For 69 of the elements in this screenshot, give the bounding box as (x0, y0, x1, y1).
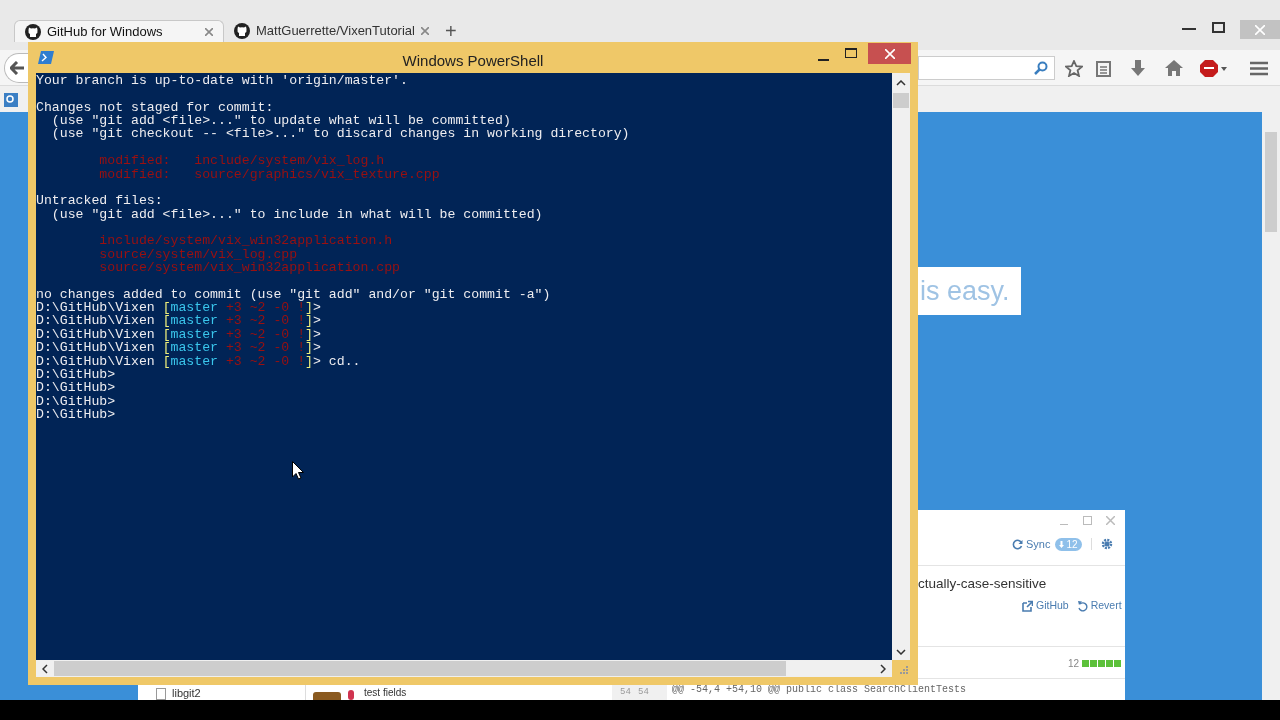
scroll-thumb[interactable] (1265, 132, 1277, 232)
console-line: (use "git checkout -- <file>..." to discard changes in working directory) (50, 127, 631, 141)
console-line: Your branch is up-to-date with 'origin/master'. (36, 74, 409, 88)
new-tab-button[interactable]: + (445, 20, 457, 42)
octocat-icon (234, 23, 250, 39)
console-line: modified: source/graphics/vix_texture.cpp (98, 167, 441, 181)
sync-button[interactable]: Sync (1026, 536, 1051, 553)
close-button[interactable] (868, 43, 911, 64)
search-icon[interactable] (1034, 61, 1048, 75)
console-line: D:\GitHub\Vixen [master +3 ~2 -0 !]> (36, 341, 322, 355)
console-line: Changes not staged for commit: (36, 100, 275, 115)
star-icon[interactable] (1065, 60, 1083, 77)
console-line: source/system/vix_log.cpp (98, 247, 298, 262)
commit-title[interactable]: test fields (364, 687, 407, 699)
back-arrow-icon (10, 61, 24, 75)
octocat-icon (25, 23, 41, 40)
diff-stat-bars (1082, 660, 1122, 667)
console-line: D:\GitHub> (36, 367, 117, 382)
console-line: D:\GitHub> (36, 408, 117, 422)
download-icon[interactable] (1130, 60, 1146, 77)
line-number: 54 (620, 687, 631, 698)
home-icon[interactable] (1165, 60, 1183, 76)
badge-count: 12 (1066, 537, 1078, 552)
console-line: Untracked files: (36, 194, 164, 208)
restore-icon[interactable] (1212, 22, 1225, 33)
scrollbar[interactable] (1262, 112, 1280, 700)
close-icon (1255, 24, 1265, 35)
stop-sign-icon[interactable] (1200, 59, 1228, 78)
down-arrow-icon (1059, 540, 1065, 548)
line-number: 54 (638, 687, 649, 698)
tag-icon (348, 690, 354, 700)
console-line: include/system/vix_win32application.h (98, 234, 394, 248)
console-line: (use "git add <file>..." to update what will be committed) (51, 114, 511, 128)
scroll-thumb[interactable] (893, 93, 909, 108)
console-line: D:\GitHub\Vixen [master +3 ~2 -0 !]> (36, 314, 322, 328)
settings-icon[interactable] (1100, 538, 1113, 551)
menu-icon[interactable] (1250, 61, 1268, 76)
sync-icon (1012, 538, 1023, 550)
browser-tab[interactable]: GitHub for Windows (14, 20, 224, 42)
hero-text: is easy. (918, 267, 1021, 315)
console-line: modified: include/system/vix_log.h (98, 154, 385, 168)
console-line: D:\GitHub> (36, 394, 117, 408)
horizontal-scrollbar[interactable] (36, 660, 892, 677)
console-line: D:\GitHub> (36, 381, 117, 395)
close-icon (884, 48, 895, 59)
link[interactable]: GitHub (1036, 598, 1069, 614)
console-line: D:\GitHub\Vixen [master +3 ~2 -0 !]> cd.. (36, 354, 362, 368)
link[interactable]: Revert (1090, 598, 1122, 614)
external-link-icon (1022, 599, 1033, 612)
mouse-cursor-icon (292, 461, 304, 480)
undo-icon (1076, 599, 1088, 612)
console-line: D:\GitHub\Vixen [master +3 ~2 -0 !]> (36, 301, 322, 315)
book-icon (156, 688, 166, 700)
console-line: D:\GitHub\Vixen [master +3 ~2 -0 !]> (36, 327, 322, 342)
console-line: source/system/vix_win32application.cpp (98, 261, 402, 275)
powershell-icon (38, 51, 54, 64)
vertical-scrollbar[interactable] (892, 73, 910, 660)
maximize-icon[interactable] (845, 48, 857, 58)
clipboard-icon[interactable] (1096, 60, 1111, 77)
close-icon[interactable] (205, 27, 213, 36)
branch-name: ctually-case-sensitive (918, 575, 1047, 593)
console-line: no changes added to commit (use "git add" and/or "git commit -a") (36, 287, 552, 302)
console-line: (use "git add <file>..." to include in what will be committed) (50, 207, 544, 221)
close-icon[interactable] (421, 27, 429, 35)
window-title: Windows PowerShell (401, 51, 545, 71)
change-count: 12 (1068, 657, 1080, 671)
scroll-thumb[interactable] (54, 661, 786, 676)
sidebar-item[interactable]: libgit2 (172, 687, 201, 700)
resize-grip-icon[interactable] (900, 666, 908, 674)
